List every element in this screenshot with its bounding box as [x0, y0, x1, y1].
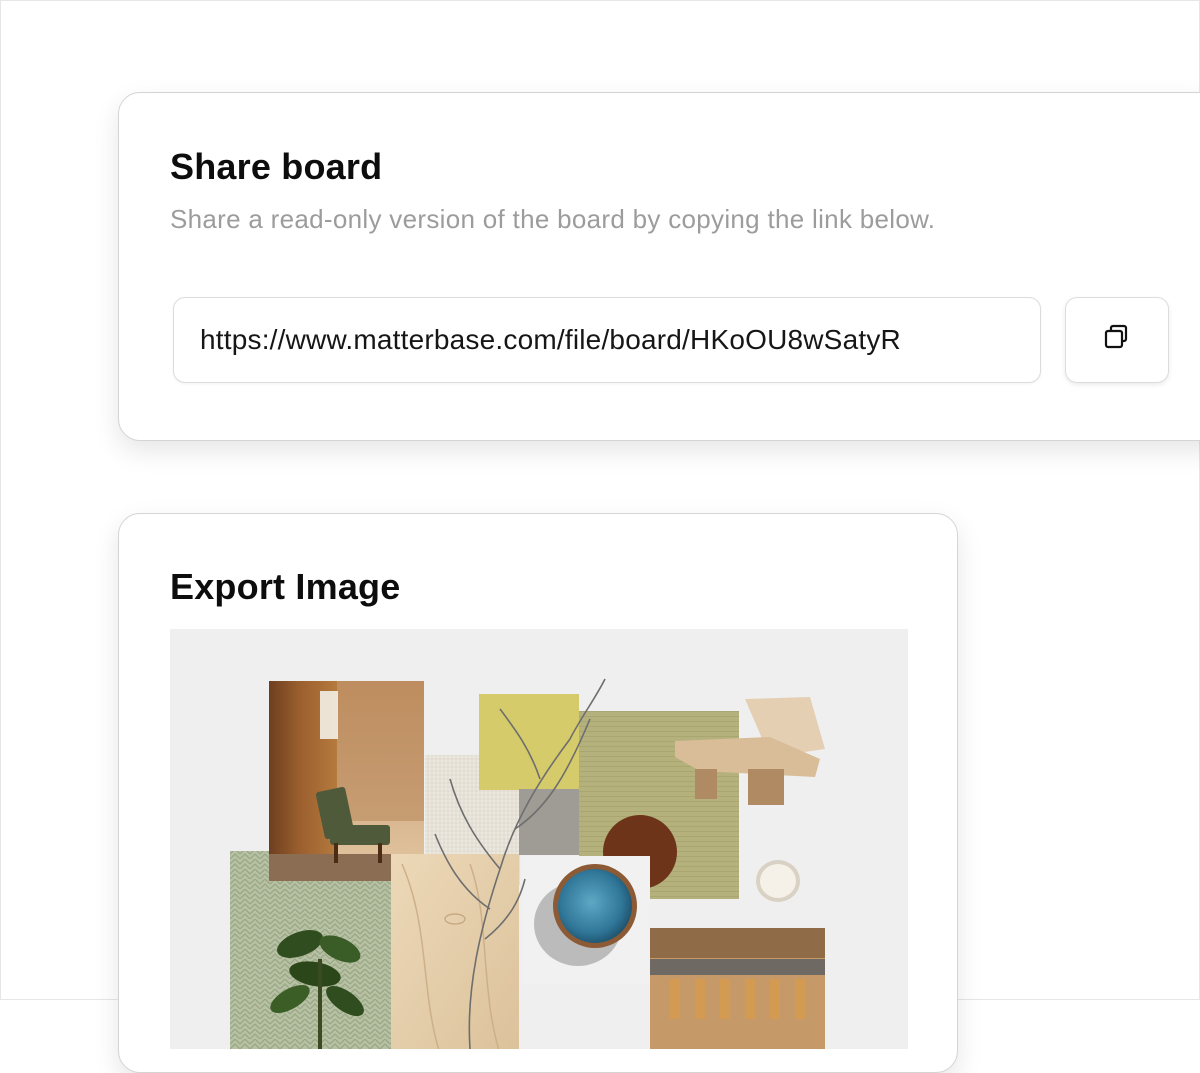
share-board-title: Share board [170, 146, 383, 187]
grey-fabric-swatch [519, 789, 579, 855]
copy-link-button[interactable] [1065, 297, 1169, 383]
interior-room-photo [269, 681, 424, 881]
export-image-card: Export Image [118, 513, 958, 1073]
copy-icon [1102, 323, 1132, 358]
export-image-preview [170, 629, 908, 1049]
blue-ceramic-bowl-photo [522, 856, 650, 984]
restaurant-interior-photo [650, 928, 825, 1049]
light-wood-swatch [391, 854, 519, 1049]
export-image-title: Export Image [170, 566, 401, 607]
share-link-field[interactable] [173, 297, 1041, 383]
share-board-description: Share a read-only version of the board b… [170, 204, 936, 234]
yellow-fabric-swatch [479, 694, 579, 790]
white-dish-photo [756, 860, 800, 902]
share-link-input[interactable] [174, 298, 1040, 382]
share-board-card: Share board Share a read-only version of… [118, 92, 1200, 441]
